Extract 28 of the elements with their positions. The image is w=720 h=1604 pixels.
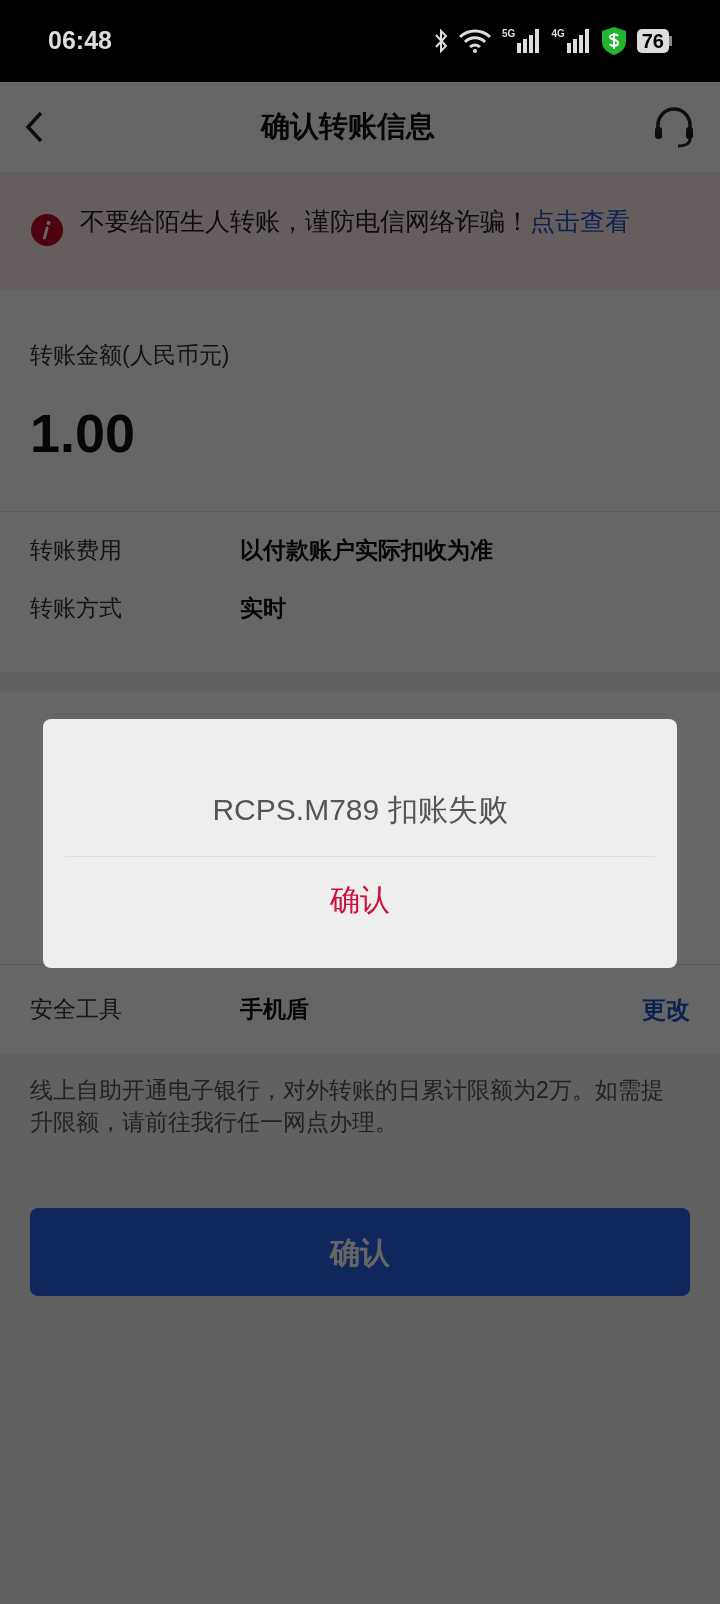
security-value: 手机盾 — [240, 995, 310, 1025]
wifi-icon — [458, 29, 493, 53]
security-label: 安全工具 — [30, 995, 123, 1025]
battery-level: 76 — [636, 29, 669, 53]
page-title: 确认转账信息 — [261, 109, 435, 145]
info-icon — [30, 213, 64, 247]
network-label: 5G — [502, 29, 516, 39]
detail-label: 转账方式 — [30, 593, 123, 623]
amount-label: 转账金额(人民币元) — [30, 341, 231, 370]
signal-icon — [566, 29, 591, 53]
shield-dollar-icon — [600, 26, 627, 56]
network-label: 4G — [551, 29, 565, 39]
headset-icon[interactable] — [652, 105, 696, 149]
limit-note: 线上自助开通电子银行，对外转账的日累计限额为2万。如需提升限额，请前往我行任一网点办理。 — [30, 1076, 665, 1137]
view-link[interactable]: 点击查看 — [530, 207, 630, 235]
detail-label: 转账费用 — [30, 535, 123, 565]
detail-value: 以付款账户实际扣收为准 — [240, 535, 493, 565]
detail-value: 实时 — [240, 593, 286, 623]
dialog-confirm-button[interactable]: 确认 — [314, 877, 406, 922]
status-time: 06:48 — [48, 25, 112, 57]
change-link[interactable]: 更改 — [642, 991, 690, 1028]
fraud-warning: 不要给陌生人转账，谨防电信网络诈骗！点击查看 — [80, 206, 631, 237]
bluetooth-icon — [434, 29, 449, 53]
confirm-button[interactable]: 确认 — [30, 1208, 690, 1296]
dialog-message: RCPS.M789 扣账失败 — [212, 792, 508, 828]
amount-value: 1.00 — [30, 401, 137, 465]
signal-icon — [517, 29, 542, 53]
back-icon[interactable] — [24, 110, 44, 144]
